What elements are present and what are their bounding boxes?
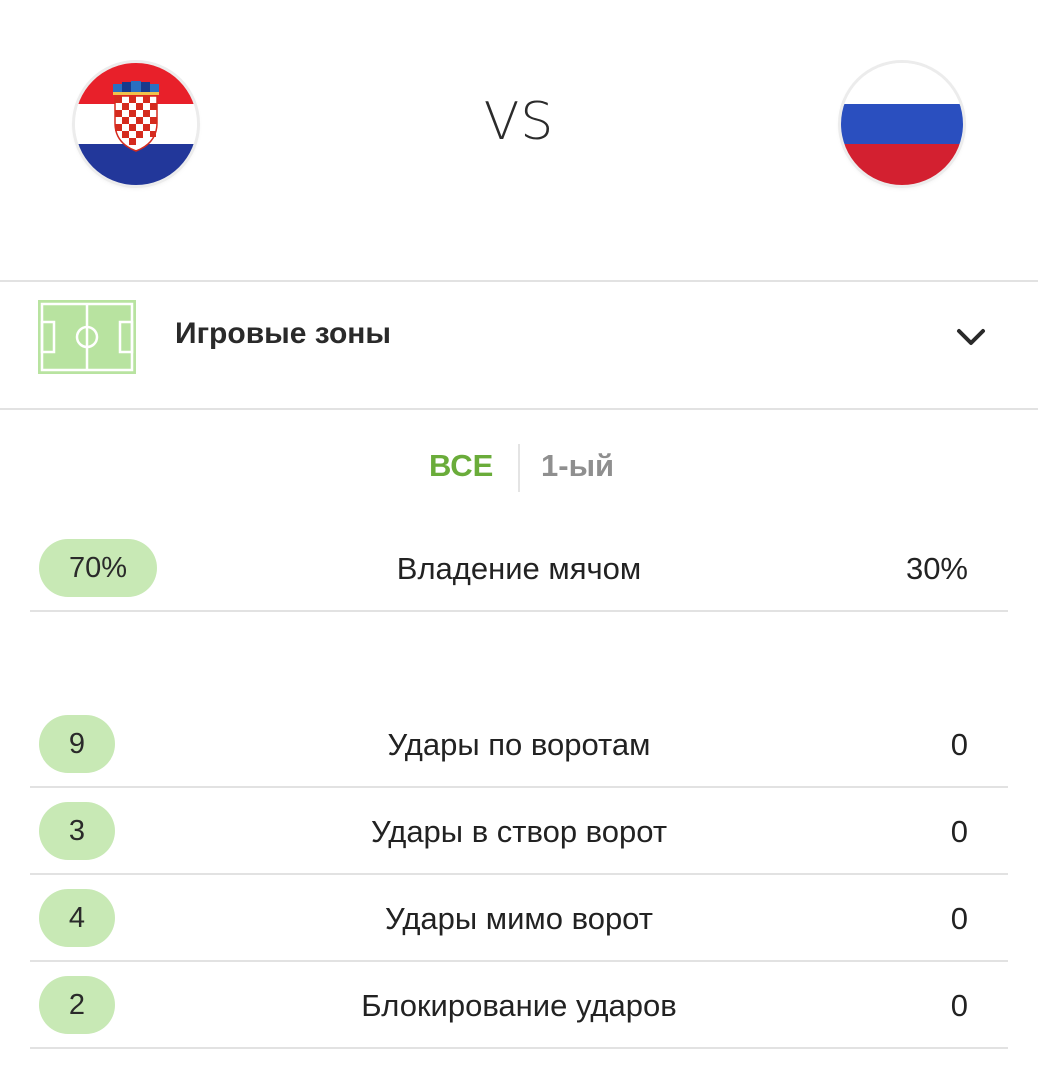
stat-row-blocked: 2 Блокирование ударов 0: [30, 962, 1008, 1049]
russia-flag-icon[interactable]: [841, 63, 963, 185]
away-stat-value: 0: [950, 727, 968, 762]
tab-all[interactable]: ВСЕ: [429, 448, 493, 484]
period-tabs: ВСЕ 1-ый: [0, 440, 1038, 496]
match-stats-page: VS Игровые зоны ВСЕ 1-ый 70% Владение мя…: [0, 0, 1038, 1080]
stat-label: Удары мимо ворот: [385, 901, 653, 936]
game-zones-section[interactable]: Игровые зоны: [0, 280, 1038, 410]
chevron-down-icon[interactable]: [954, 320, 988, 354]
stat-label: Владение мячом: [396, 551, 642, 586]
stat-row-on-target: 3 Удары в створ ворот 0: [30, 788, 1008, 875]
stat-row-shots: 9 Удары по воротам 0: [30, 701, 1008, 788]
away-stat-value: 0: [950, 988, 968, 1023]
match-header: VS: [0, 0, 1038, 280]
football-pitch-icon: [38, 300, 136, 374]
section-title: Игровые зоны: [175, 317, 392, 350]
away-stat-value: 0: [950, 814, 968, 849]
tab-divider: [518, 444, 520, 492]
stat-row-off-target: 4 Удары мимо ворот 0: [30, 875, 1008, 962]
stat-label: Блокирование ударов: [361, 988, 677, 1023]
stat-row-possession: 70% Владение мячом 30%: [30, 525, 1008, 612]
stat-label: Удары по воротам: [387, 727, 651, 762]
away-stat-value: 0: [950, 901, 968, 936]
stat-label: Удары в створ ворот: [370, 814, 668, 849]
tab-first-half[interactable]: 1-ый: [541, 448, 614, 484]
away-stat-value: 30%: [905, 551, 968, 586]
